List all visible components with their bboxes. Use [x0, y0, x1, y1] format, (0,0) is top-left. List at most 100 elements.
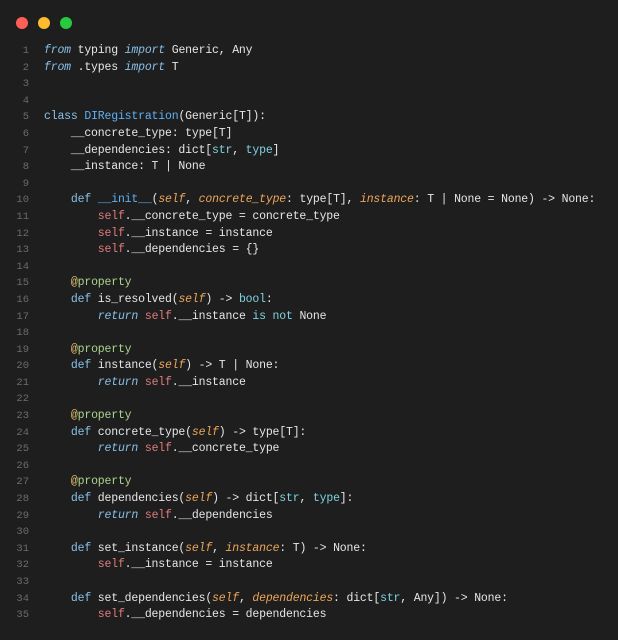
code-line: 27 @property	[0, 474, 618, 491]
code-token: from	[44, 60, 71, 74]
code-token: __init__	[97, 193, 152, 207]
line-number: 25	[16, 443, 29, 456]
line-number: 30	[16, 526, 29, 539]
code-token: __dependencies: dict[	[44, 143, 213, 157]
code-token: ,	[299, 492, 313, 506]
code-line: 13 self.__dependencies = {}	[0, 242, 618, 259]
code-line-text: return self.__instance	[44, 375, 246, 392]
code-token: Generic, Any	[165, 44, 253, 57]
code-token: self	[212, 591, 239, 605]
code-token: :	[265, 292, 273, 306]
code-token: type	[312, 492, 340, 506]
code-token: set_instance(	[91, 541, 186, 555]
code-token: self	[178, 292, 206, 306]
code-line-text: __dependencies: dict[str, type]	[44, 143, 280, 160]
line-number: 2	[22, 61, 29, 74]
code-line-text: def instance(self) -> T | None:	[44, 358, 280, 375]
minimize-button[interactable]	[38, 17, 50, 29]
code-line-text: def concrete_type(self) -> type[T]:	[44, 425, 306, 442]
code-line-text: def dependencies(self) -> dict[str, type…	[44, 491, 354, 508]
close-button[interactable]	[16, 17, 28, 29]
code-line-text: return self.__instance is not None	[44, 309, 327, 326]
line-number: 8	[22, 161, 29, 174]
window-controls	[16, 17, 72, 29]
code-token: typing	[70, 44, 125, 57]
code-token: .__concrete_type	[171, 442, 280, 456]
code-line-text: @property	[44, 474, 132, 491]
code-token: .__dependencies = {}	[124, 243, 260, 257]
line-number: 26	[16, 459, 29, 472]
code-line: 25 return self.__concrete_type	[0, 441, 618, 458]
code-token: ,	[232, 143, 246, 157]
code-line: 17 return self.__instance is not None	[0, 309, 618, 326]
code-line: 22	[0, 391, 618, 408]
code-token: ) -> dict[	[212, 492, 280, 506]
code-token: return	[97, 442, 139, 456]
code-token: .types	[70, 60, 125, 74]
code-token: self	[144, 309, 172, 323]
code-token: is not	[252, 309, 293, 323]
code-token: instance(	[91, 359, 159, 373]
code-line: 29 return self.__dependencies	[0, 508, 618, 525]
code-line: 23 @property	[0, 408, 618, 425]
code-token: str	[279, 492, 300, 506]
maximize-button[interactable]	[60, 17, 72, 29]
code-token: import	[124, 60, 166, 74]
line-number: 7	[22, 144, 29, 157]
code-window: 1 from typing import Generic, Any 2 from .t…	[0, 0, 618, 640]
code-line: 11 self.__concrete_type = concrete_type	[0, 209, 618, 226]
code-line-text: class DIRegistration(Generic[T]):	[44, 109, 266, 126]
code-line-text: self.__instance = instance	[44, 557, 273, 574]
line-number: 32	[16, 559, 29, 572]
code-line-text: self.__concrete_type = concrete_type	[44, 209, 340, 226]
code-token: instance	[225, 541, 280, 555]
code-token: self	[97, 608, 125, 622]
code-line: 8 __instance: T | None	[0, 159, 618, 176]
line-number: 17	[16, 310, 29, 323]
code-token: str	[212, 143, 233, 157]
code-token: def	[70, 425, 92, 439]
code-token: ,	[212, 541, 226, 555]
code-token: instance	[359, 193, 414, 207]
code-line: 7 __dependencies: dict[str, type]	[0, 143, 618, 160]
code-token: property	[77, 276, 132, 290]
code-line-text: self.__instance = instance	[44, 226, 273, 243]
code-line: 16 def is_resolved(self) -> bool:	[0, 292, 618, 309]
code-token: type	[245, 143, 273, 157]
code-token: self	[97, 558, 125, 572]
code-token: ) -> type[T]:	[218, 425, 307, 439]
code-token: ]	[272, 143, 280, 157]
code-token: dependencies(	[91, 492, 186, 506]
code-token: self	[144, 442, 172, 456]
code-token: ,	[238, 591, 253, 605]
line-number: 31	[16, 542, 29, 555]
line-number: 1	[22, 45, 29, 57]
code-token: class	[44, 110, 78, 124]
code-token: self	[185, 492, 213, 506]
line-number: 3	[22, 78, 29, 91]
code-token: property	[77, 342, 132, 356]
code-line-text: from .types import T	[44, 60, 179, 77]
code-line: 9	[0, 176, 618, 193]
code-token: from	[44, 44, 71, 57]
code-token: .__instance	[171, 309, 253, 323]
code-token: def	[70, 359, 92, 373]
code-token: : T | None = None) -> None:	[413, 193, 596, 207]
code-token: ) -> T | None:	[185, 359, 280, 373]
code-line: 5 class DIRegistration(Generic[T]):	[0, 109, 618, 126]
code-line: 33	[0, 574, 618, 591]
code-token: self	[144, 508, 172, 522]
code-token: property	[77, 475, 132, 489]
code-token: T	[165, 60, 179, 74]
